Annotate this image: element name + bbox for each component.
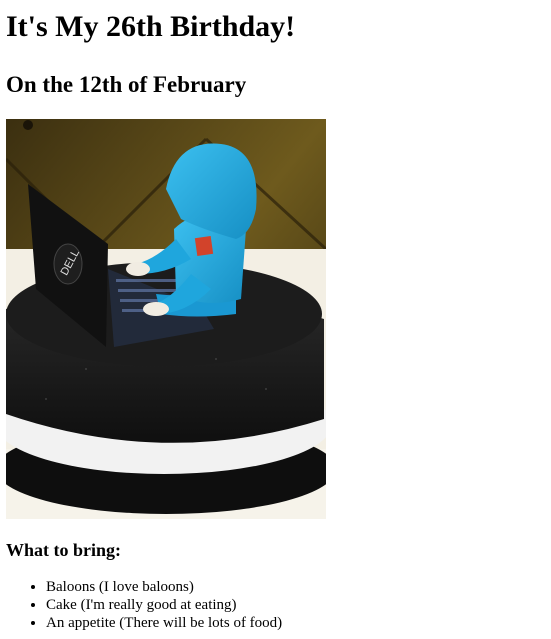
bring-list: Baloons (I love baloons) Cake (I'm reall…: [6, 578, 551, 632]
event-date-heading: On the 12th of February: [6, 72, 247, 97]
list-item: Cake (I'm really good at eating): [46, 596, 551, 614]
page-content: It's My 26th Birthday! On the 12th of Fe…: [0, 0, 551, 632]
list-item: Baloons (I love baloons): [46, 578, 551, 596]
what-to-bring-heading: What to bring:: [6, 540, 122, 560]
list-item: An appetite (There will be lots of food): [46, 614, 551, 632]
page-title: It's My 26th Birthday!: [6, 10, 296, 43]
birthday-cake-image: DELL: [6, 119, 326, 519]
